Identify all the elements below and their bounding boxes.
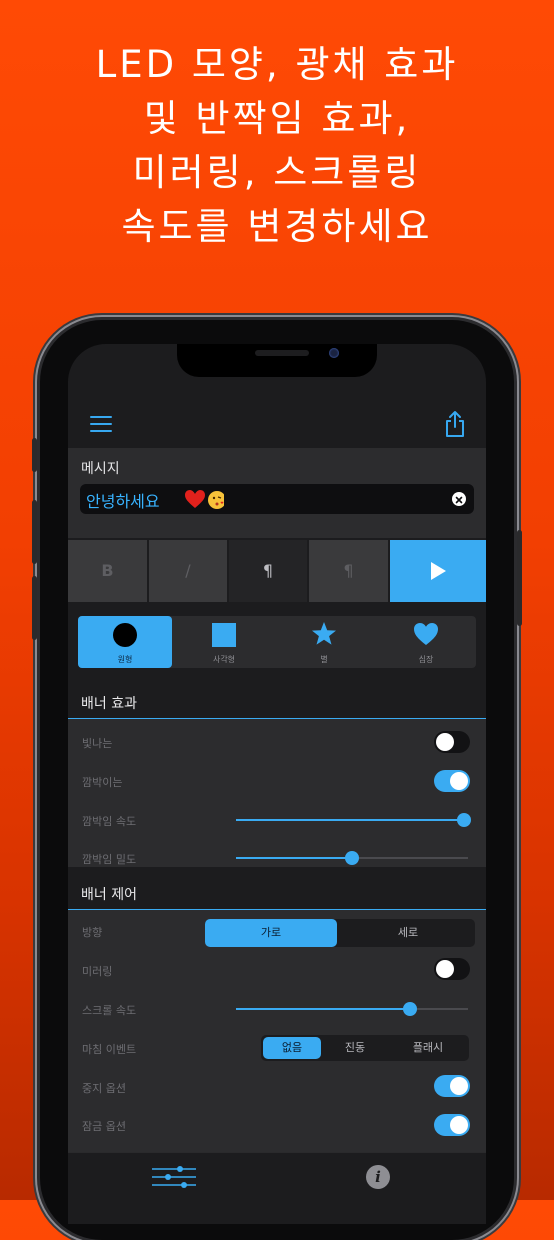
sliders-tab-icon[interactable] xyxy=(150,1163,198,1191)
play-button[interactable] xyxy=(390,540,486,602)
blink-label: 깜박이는 xyxy=(82,776,123,789)
headline: LED 모양, 광채 효과 및 반짝임 효과, 미러링, 스크롤링 속도를 변경… xyxy=(0,38,554,254)
shape-circle-label: 원형 xyxy=(117,655,133,664)
direction-horizontal[interactable]: 가로 xyxy=(205,919,337,947)
lock-option-toggle[interactable] xyxy=(434,1114,470,1136)
stop-option-label: 중지 옵션 xyxy=(82,1082,126,1095)
paragraph-forward-button[interactable]: ¶ xyxy=(229,540,307,602)
scroll-speed-label: 스크롤 속도 xyxy=(82,1004,137,1017)
share-icon[interactable] xyxy=(444,410,466,438)
blink-speed-thumb[interactable] xyxy=(457,813,471,827)
shape-square-label: 사각형 xyxy=(212,655,236,664)
shape-star[interactable]: 별 xyxy=(276,616,372,668)
scroll-speed-slider[interactable] xyxy=(236,1002,468,1016)
blink-speed-label: 깜박임 속도 xyxy=(82,815,137,828)
heart-icon xyxy=(414,623,438,645)
message-text: 안녕하세요 xyxy=(86,492,160,511)
stop-option-toggle[interactable] xyxy=(434,1075,470,1097)
headline-line-1: LED 모양, 광채 효과 xyxy=(95,43,459,86)
mirror-label: 미러링 xyxy=(82,965,113,978)
star-icon xyxy=(312,622,336,645)
scroll-speed-thumb[interactable] xyxy=(403,1002,417,1016)
clear-icon[interactable] xyxy=(452,492,466,506)
shape-star-label: 별 xyxy=(320,655,328,664)
glow-toggle[interactable] xyxy=(434,731,470,753)
blink-speed-slider[interactable] xyxy=(236,813,471,827)
tab-bar: i xyxy=(68,1152,486,1224)
menu-icon[interactable] xyxy=(90,416,112,432)
italic-button[interactable]: / xyxy=(149,540,227,602)
volume-up-button xyxy=(32,500,37,564)
shape-square[interactable]: 사각형 xyxy=(176,616,272,668)
glow-label: 빛나는 xyxy=(82,737,113,750)
lock-option-label: 잠금 옵션 xyxy=(82,1120,126,1133)
finish-event-label: 마침 이벤트 xyxy=(82,1043,137,1056)
led-shape-selector: 원형 사각형 별 심장 xyxy=(78,616,476,668)
play-icon xyxy=(431,562,446,580)
message-input[interactable]: 안녕하세요 xyxy=(80,484,474,514)
camera xyxy=(329,348,339,358)
square-icon xyxy=(212,623,236,647)
finish-event-segmented-control: 없음 진동 플래시 xyxy=(261,1035,469,1061)
finish-none[interactable]: 없음 xyxy=(263,1037,321,1059)
banner-effects-header: 배너 효과 xyxy=(68,684,486,719)
bold-button[interactable]: B xyxy=(68,540,147,602)
direction-segmented-control: 가로 세로 xyxy=(205,919,475,947)
paragraph-reverse-button[interactable]: ¶ xyxy=(309,540,388,602)
volume-down-button xyxy=(32,576,37,640)
finish-flash[interactable]: 플래시 xyxy=(389,1037,467,1059)
circle-icon xyxy=(113,623,137,647)
direction-vertical[interactable]: 세로 xyxy=(341,919,475,947)
headline-line-3: 미러링, 스크롤링 xyxy=(132,151,422,194)
phone-frame: 메시지 안녕하세요 B / ¶ ¶ 원형 사각형 별 심장 배너 효과 빛나는 … xyxy=(32,320,522,1240)
mute-switch xyxy=(32,438,37,472)
power-button xyxy=(517,530,522,626)
paragraph-reverse-label: ¶ xyxy=(343,561,354,580)
headline-line-2: 및 반짝임 효과, xyxy=(143,97,411,140)
speaker xyxy=(255,350,309,356)
top-bar xyxy=(68,404,486,444)
blink-density-label: 깜박임 밀도 xyxy=(82,853,137,866)
info-tab-icon[interactable]: i xyxy=(366,1165,390,1189)
message-section: 메시지 안녕하세요 xyxy=(68,448,486,538)
message-label: 메시지 xyxy=(81,461,120,477)
notch xyxy=(177,344,377,377)
paragraph-forward-label: ¶ xyxy=(262,561,274,580)
app-screen: 메시지 안녕하세요 B / ¶ ¶ 원형 사각형 별 심장 배너 효과 빛나는 … xyxy=(68,344,486,1224)
blink-density-thumb[interactable] xyxy=(345,851,359,865)
format-toolbar: B / ¶ ¶ xyxy=(68,540,486,602)
shape-heart[interactable]: 심장 xyxy=(376,616,476,668)
banner-effects-title: 배너 효과 xyxy=(81,696,137,712)
banner-control-panel: 방향 가로 세로 미러링 스크롤 속도 마침 이벤트 없음 진동 플래시 중지 … xyxy=(68,910,486,1152)
banner-control-title: 배너 제어 xyxy=(81,887,137,903)
direction-label: 방향 xyxy=(82,926,103,939)
headline-line-4: 속도를 변경하세요 xyxy=(121,205,433,248)
blink-density-slider[interactable] xyxy=(236,851,468,865)
emoji-icon xyxy=(185,490,224,509)
blink-toggle[interactable] xyxy=(434,770,470,792)
shape-heart-label: 심장 xyxy=(418,655,434,664)
mirror-toggle[interactable] xyxy=(434,958,470,980)
finish-vibrate[interactable]: 진동 xyxy=(323,1037,387,1059)
shape-circle[interactable]: 원형 xyxy=(78,616,172,668)
banner-control-header: 배너 제어 xyxy=(68,875,486,910)
banner-effects-panel: 빛나는 깜박이는 깜박임 속도 깜박임 밀도 xyxy=(68,719,486,867)
